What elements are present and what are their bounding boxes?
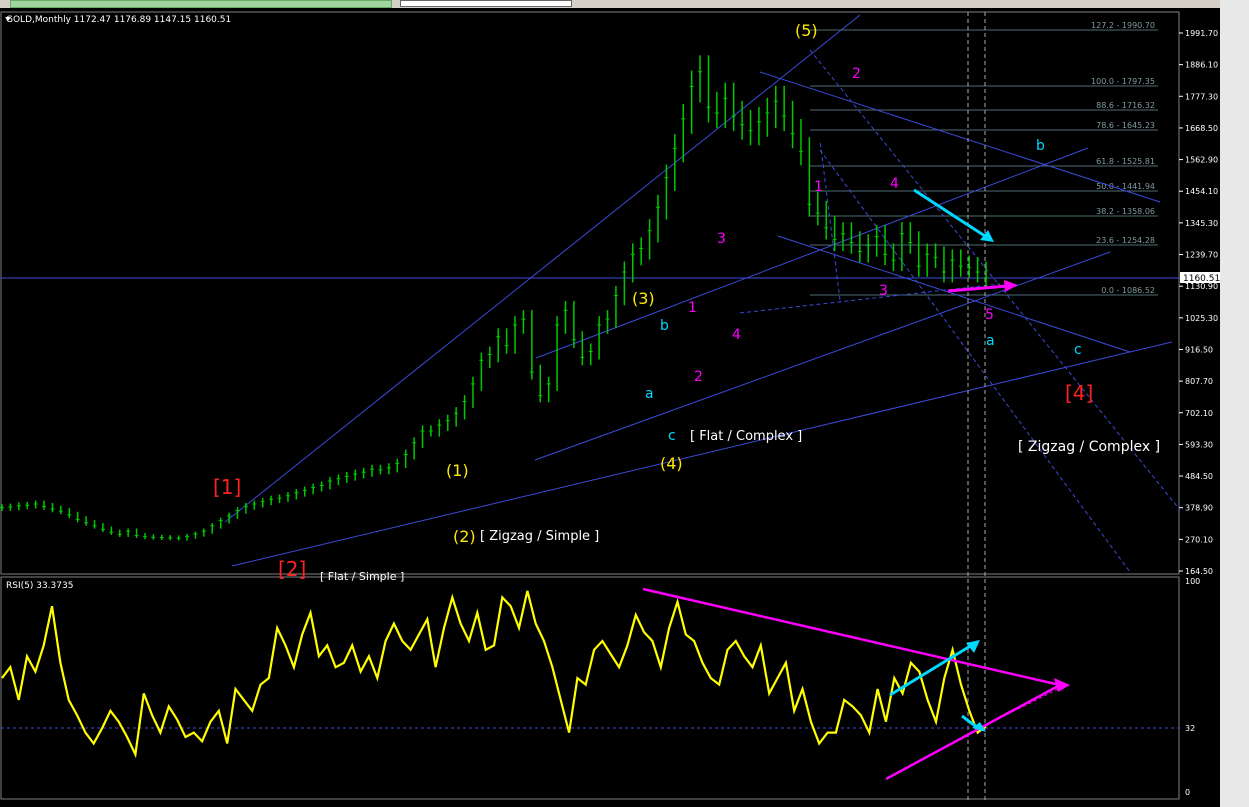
current-price-label: 1160.51 — [1183, 274, 1220, 284]
cyan-down-arrow — [913, 188, 989, 240]
dashed-line-2 — [819, 149, 1131, 573]
wave-note-big-2: [ Flat / Simple ] — [320, 570, 404, 583]
corrective-label-c: c — [668, 428, 676, 444]
dashed-line-4 — [739, 283, 1001, 314]
rsi-axis: 100 32 0 — [1185, 577, 1200, 797]
decline-label-4: 4 — [890, 176, 899, 192]
minor-label-2: 2 — [694, 369, 703, 385]
magenta-arrowhead — [1004, 280, 1018, 292]
wave-label-1: (1) — [446, 461, 469, 480]
price-tick-label: 1025.30 — [1185, 314, 1218, 323]
minor-label-3: 3 — [717, 231, 726, 247]
wave-label-big-4: [4] — [1065, 381, 1093, 405]
wave-note-4: [ Flat / Complex ] — [690, 429, 802, 444]
wave-label-big-1: [1] — [213, 475, 241, 499]
wave-note-big-4: [ Zigzag / Complex ] — [1018, 439, 1160, 455]
rsi-annotations — [642, 587, 1070, 781]
rsi-cyan-up-arrow — [889, 643, 973, 697]
fib-level-label: 88.6 - 1716.32 — [1096, 101, 1155, 110]
trendline-outer — [224, 14, 861, 523]
trendline-mid — [534, 251, 1111, 461]
price-tick-label: 916.50 — [1185, 345, 1213, 354]
price-tick-label: 1991.70 — [1185, 29, 1218, 38]
rsi-tick-label: 100 — [1185, 577, 1200, 586]
price-panel-border — [0, 11, 1180, 575]
decline-label-5: 5 — [985, 307, 994, 323]
fib-level-label: 38.2 - 1358.06 — [1096, 207, 1155, 216]
price-tick-label: 1239.70 — [1185, 251, 1218, 260]
wave-label-big-2: [2] — [278, 557, 306, 581]
price-arrows — [913, 188, 1018, 293]
rsi-tick-label: 32 — [1185, 724, 1195, 733]
decline-label-2: 2 — [852, 66, 861, 82]
price-tick-label: 378.90 — [1185, 504, 1213, 513]
minor-label-4: 4 — [732, 327, 741, 343]
fib-level-label: 23.6 - 1254.28 — [1096, 236, 1155, 245]
price-tick-label: 484.50 — [1185, 472, 1213, 481]
wave-note-2: [ Zigzag / Simple ] — [480, 529, 599, 544]
wave-label-3: (3) — [632, 289, 655, 308]
rsi-panel-header: RSI(5) 33.3735 — [6, 581, 73, 591]
price-panel-header: GOLD,Monthly 1172.47 1176.89 1147.15 116… — [6, 15, 231, 25]
fib-level-label: 78.6 - 1645.23 — [1096, 121, 1155, 130]
fib-level-label: 50.0 - 1441.94 — [1096, 182, 1155, 191]
trendline-lower-right — [777, 235, 1131, 353]
cyan-down-arrowhead — [980, 230, 994, 242]
projection-label-b: b — [1036, 138, 1045, 154]
rsi-panel-border — [0, 576, 1180, 800]
window-edge — [1220, 0, 1249, 807]
trendline-channel — [535, 147, 1089, 359]
rsi-dashed-projection — [979, 687, 1061, 729]
price-tick-label: 270.10 — [1185, 535, 1213, 544]
corrective-label-b: b — [660, 318, 669, 334]
minor-label-1: 1 — [688, 300, 697, 316]
decline-label-1: 1 — [814, 179, 823, 195]
price-tick-label: 1886.10 — [1185, 61, 1218, 70]
fib-level-label: 61.8 - 1525.81 — [1096, 157, 1155, 166]
wave-label-4: (4) — [660, 454, 683, 473]
fib-level-label: 100.0 - 1797.35 — [1091, 77, 1155, 86]
rsi-line — [1, 590, 987, 759]
chart-window: 1991.70 1886.10 1777.30 1668.50 1562.90 1454.… — [0, 0, 1249, 807]
projection-label-a: a — [986, 333, 995, 349]
fib-level-label: 127.2 - 1990.70 — [1091, 21, 1155, 30]
wave-labels: [1] [2] [ Flat / Simple ] [4] [ Zigzag /… — [213, 21, 1160, 583]
rsi-tick-label: 0 — [1185, 788, 1190, 797]
price-tick-label: 1777.30 — [1185, 92, 1218, 101]
wave-label-5: (5) — [795, 21, 818, 40]
price-tick-label: 702.10 — [1185, 409, 1213, 418]
corrective-label-a: a — [645, 386, 654, 402]
time-axis — [1, 800, 1179, 807]
price-tick-label: 164.50 — [1185, 567, 1213, 576]
price-tick-label: 1668.50 — [1185, 124, 1218, 133]
wave-label-2: (2) — [453, 527, 476, 546]
projection-label-c: c — [1074, 342, 1082, 358]
price-tick-label: 1454.10 — [1185, 187, 1218, 196]
fib-level-label: 0.0 - 1086.52 — [1101, 286, 1155, 295]
price-tick-label: 1562.90 — [1185, 156, 1218, 165]
price-tick-label: 807.70 — [1185, 377, 1213, 386]
chart-canvas[interactable]: 1991.70 1886.10 1777.30 1668.50 1562.90 1454.… — [0, 0, 1220, 807]
price-tick-label: 593.30 — [1185, 440, 1213, 449]
price-tick-label: 1345.30 — [1185, 219, 1218, 228]
rsi-ascending-trendline — [885, 683, 1061, 781]
price-axis: 1991.70 1886.10 1777.30 1668.50 1562.90 1454.… — [1179, 29, 1218, 576]
decline-label-3: 3 — [879, 283, 888, 299]
